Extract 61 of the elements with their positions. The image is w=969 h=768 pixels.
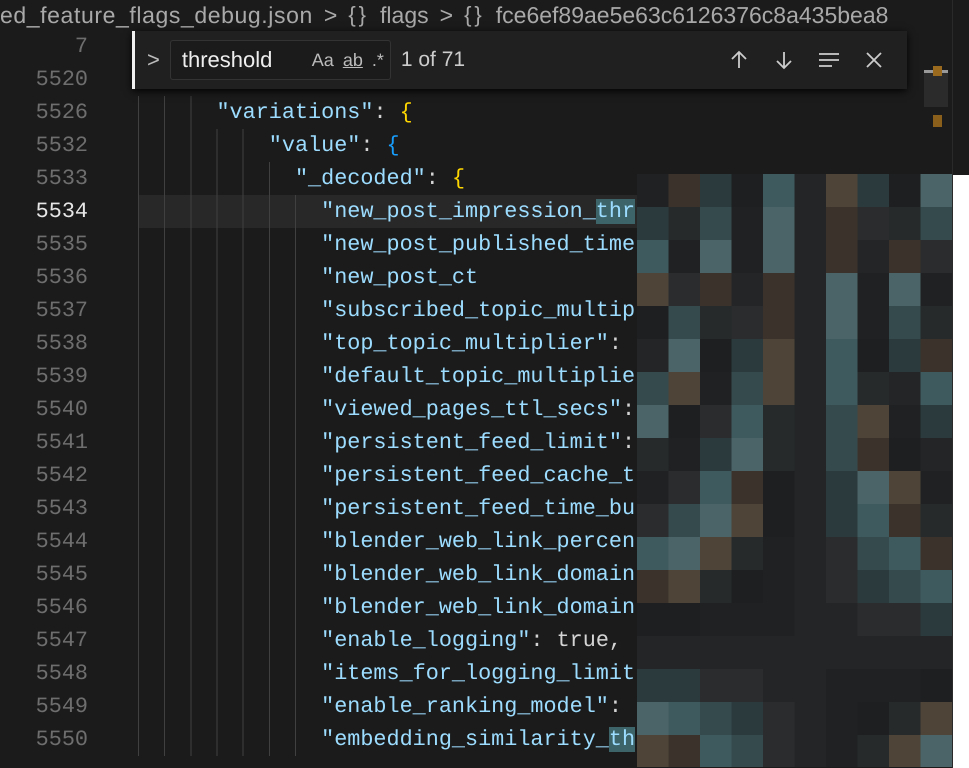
line-number: 5538 xyxy=(34,331,88,356)
brace: { xyxy=(400,100,413,125)
code-line: "persistent_feed_limit": xyxy=(321,430,636,455)
braces-icon: {} xyxy=(464,2,485,28)
line-number: 5533 xyxy=(34,166,88,191)
braces-icon: {} xyxy=(348,2,370,28)
line-number: 5540 xyxy=(34,397,88,422)
code-line: "top_topic_multiplier": xyxy=(321,331,622,356)
code-line: "subscribed_topic_multip xyxy=(321,298,636,323)
line-number: 5543 xyxy=(34,496,88,521)
line-number: 5537 xyxy=(34,298,88,323)
search-field[interactable]: threshold Aa ab .* xyxy=(170,40,391,80)
code-line: "new_post_published_time xyxy=(321,232,636,257)
breadcrumb-item[interactable]: fce6ef89ae5e63c6126376c8a435bea8 xyxy=(496,2,888,28)
line-number: 5546 xyxy=(34,595,88,620)
line-number: 5532 xyxy=(34,133,88,158)
line-number: 5542 xyxy=(34,463,88,488)
code-line: "_decoded": xyxy=(294,166,440,191)
code-line: "default_topic_multiplie xyxy=(321,364,636,389)
match-case-toggle[interactable]: Aa xyxy=(312,50,334,70)
code-line: "blender_web_link_domain xyxy=(321,562,636,587)
line-number: 5526 xyxy=(34,100,88,125)
breadcrumb-separator: > xyxy=(440,2,454,28)
code-line: "enable_ranking_model": xyxy=(321,694,622,719)
code-line: "embedding_similarity_th xyxy=(321,727,636,752)
brace: { xyxy=(386,133,400,158)
whole-word-toggle[interactable]: ab xyxy=(342,50,363,70)
line-number: 5548 xyxy=(34,661,88,686)
code-line: "new_post_impression_thr xyxy=(321,199,636,224)
breadcrumb-item[interactable]: flags xyxy=(380,2,429,28)
breadcrumb-separator: > xyxy=(324,2,338,28)
scrollbar-marker xyxy=(933,66,942,76)
line-number: 5520 xyxy=(34,67,88,92)
brace: { xyxy=(452,166,466,191)
line-number: 5534 xyxy=(34,199,88,224)
line-number: 5536 xyxy=(34,265,88,290)
code-line: "persistent_feed_cache_t xyxy=(321,463,636,488)
line-number: 5541 xyxy=(34,430,88,455)
code-line: "blender_web_link_domain xyxy=(321,595,636,620)
code-line: "value": xyxy=(268,133,374,158)
code-line: "blender_web_link_percen xyxy=(321,529,636,554)
code-line: "items_for_logging_limit xyxy=(321,661,636,686)
line-number: 5547 xyxy=(34,628,88,653)
line-number: 5535 xyxy=(34,232,88,257)
line-number: 5549 xyxy=(34,694,88,719)
match-count: 1 of 71 xyxy=(400,48,466,72)
code-line: "persistent_feed_time_bu xyxy=(321,496,636,521)
toggle-replace-button[interactable]: > xyxy=(147,47,160,73)
breadcrumb-item[interactable]: ed_feature_flags_debug.json xyxy=(0,2,313,28)
line-number: 5545 xyxy=(34,562,88,587)
line-number: 7 xyxy=(74,34,88,59)
code-line: "viewed_pages_ttl_secs": xyxy=(321,397,636,422)
regex-toggle[interactable]: .* xyxy=(372,50,384,70)
line-number: 5550 xyxy=(34,727,88,752)
line-number: 5539 xyxy=(34,364,88,389)
scrollbar-marker xyxy=(933,115,942,127)
line-number: 5544 xyxy=(34,529,88,554)
code-line: "new_post_ct xyxy=(321,265,478,290)
code-line: "variations": xyxy=(216,100,388,125)
code-line: "enable_logging": true, xyxy=(321,628,622,653)
scrollbar-thumb[interactable] xyxy=(924,70,948,107)
